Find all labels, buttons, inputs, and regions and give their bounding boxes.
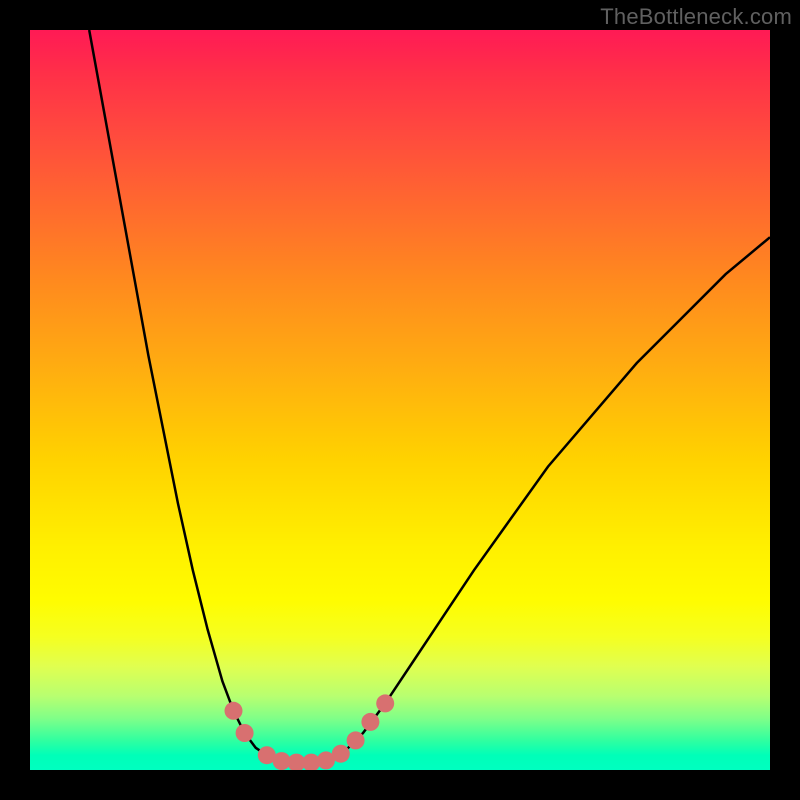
chart-frame: TheBottleneck.com (0, 0, 800, 800)
optimal-range-marker (236, 724, 254, 742)
optimal-range-marker (225, 702, 243, 720)
watermark-text: TheBottleneck.com (600, 4, 792, 30)
bottleneck-curve (89, 30, 770, 763)
optimal-range-marker (376, 694, 394, 712)
optimal-range-marker (332, 745, 350, 763)
plot-area (30, 30, 770, 770)
optimal-range-marker (347, 731, 365, 749)
curve-layer (30, 30, 770, 770)
optimal-range-marker (361, 713, 379, 731)
